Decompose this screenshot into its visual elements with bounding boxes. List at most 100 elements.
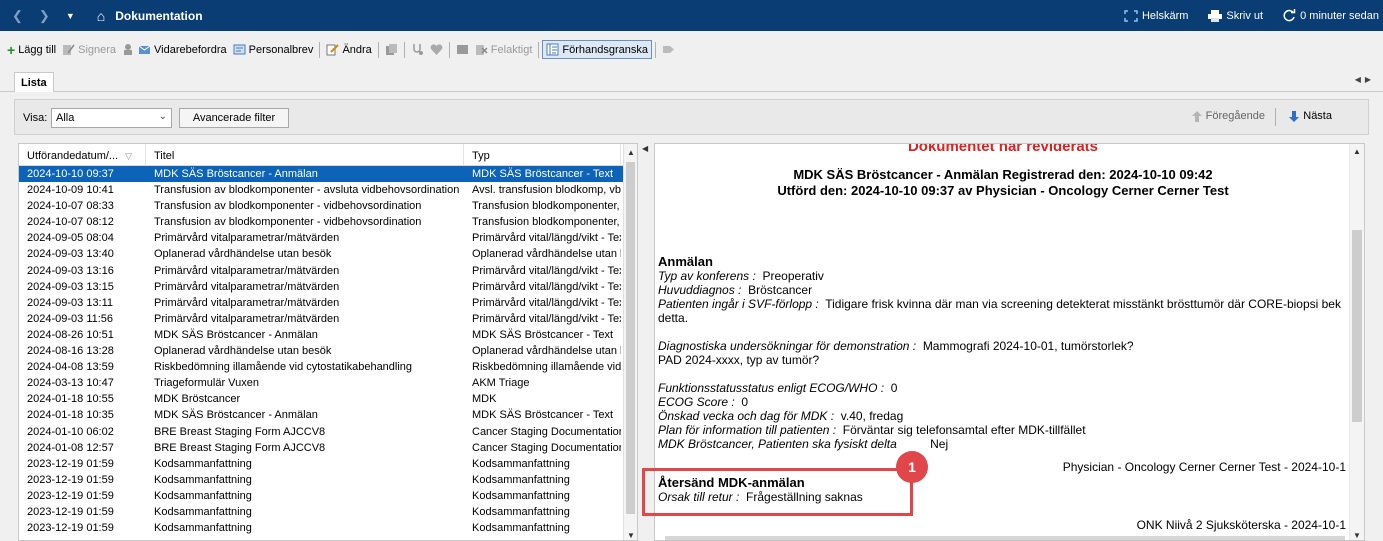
stethoscope-button[interactable] [408, 41, 427, 58]
cell-type: Avsl. transfusion blodkomp, vb [472, 184, 621, 197]
forward-icon[interactable]: ❯ [39, 8, 50, 24]
cell-type: Primärvård vital/längd/vikt - Tex [472, 232, 621, 245]
scroll-down-icon[interactable]: ▼ [1353, 531, 1361, 540]
toolbar: + Lägg till Signera Vidarebefordra Perso… [0, 31, 1383, 68]
list-header: Utförandedatum/... ▽ Titel Typ [19, 144, 637, 166]
table-row[interactable]: 2023-12-19 01:59 Kodsammanfattning Kodsamm… [19, 488, 637, 504]
table-row[interactable]: 2024-09-03 13:40 Oplanerad vårdhändelse u… [19, 246, 637, 262]
cell-type: AKM Triage [472, 377, 530, 390]
document-horizontal-scrollbar[interactable] [665, 536, 1345, 540]
documents-button[interactable] [382, 41, 401, 58]
field-diagnostic-exams: Diagnostiska undersökningar för demonstr… [658, 339, 1134, 353]
table-row[interactable]: 2024-01-10 06:02 BRE Breast Staging Form … [19, 424, 637, 440]
table-row[interactable]: 2024-09-03 13:11 Primärvård vitalparametr… [19, 295, 637, 311]
scroll-up-icon[interactable]: ▲ [1353, 147, 1361, 156]
table-row[interactable]: 2024-01-08 12:57 BRE Breast Staging Form … [19, 440, 637, 456]
collapse-pane-icon[interactable]: ◀ [642, 144, 652, 158]
cell-date: 2024-09-03 11:56 [27, 312, 114, 325]
column-header-date[interactable]: Utförandedatum/... ▽ [19, 144, 146, 165]
table-row[interactable]: 2024-09-03 13:16 Primärvård vitalparametr… [19, 263, 637, 279]
show-select[interactable]: Alla ⌄ [51, 108, 172, 128]
refresh-button[interactable]: 0 minuter sedan [1283, 9, 1379, 22]
cell-date: 2024-01-10 06:02 [27, 425, 114, 438]
table-row[interactable]: 2024-09-05 08:04 Primärvård vitalparametr… [19, 230, 637, 246]
heart-button[interactable] [427, 41, 446, 58]
fullscreen-button[interactable]: Helskärm [1124, 10, 1188, 22]
tag-button[interactable] [659, 41, 678, 58]
list-scrollbar[interactable]: ▲ ▼ [623, 144, 637, 540]
table-row[interactable]: 2023-12-19 01:59 Kodsammanfattning Kodsamm… [19, 472, 637, 488]
stethoscope-icon [413, 44, 423, 55]
person-icon [124, 44, 133, 55]
table-row[interactable]: 2023-12-19 01:59 Kodsammanfattning Kodsamm… [19, 504, 637, 520]
fullscreen-icon [1124, 9, 1138, 22]
print-button[interactable]: Skriv ut [1208, 9, 1263, 22]
table-row[interactable]: 2024-10-09 10:41 Transfusion av blodkompo… [19, 182, 637, 198]
dropdown-icon[interactable]: ▼ [66, 11, 75, 21]
cell-date: 2024-03-13 10:47 [27, 377, 114, 390]
table-row[interactable]: 2024-01-18 10:55 MDK Bröstcancer MDK [19, 391, 637, 407]
cell-type: Primärvård vital/längd/vikt - Tex [472, 312, 621, 325]
personal-letter-button[interactable]: Personalbrev [230, 41, 317, 58]
table-row[interactable]: 2024-10-10 09:37 MDK SÄS Bröstcancer - An… [19, 166, 637, 183]
toolbar-separator [448, 41, 450, 58]
incorrect-button[interactable]: Felaktigt [472, 41, 536, 58]
document-heading: MDK SÄS Bröstcancer - Anmälan Registrera… [793, 167, 1213, 182]
table-row[interactable]: 2024-08-26 10:51 MDK SÄS Bröstcancer - An… [19, 327, 637, 343]
cell-title: Primärvård vitalparametrar/mätvärden [154, 280, 340, 293]
table-row[interactable]: 2024-04-08 13:59 Riskbedömning illamående… [19, 359, 637, 375]
column-header-type[interactable]: Typ [464, 144, 621, 165]
home-icon[interactable]: ⌂ [97, 8, 105, 24]
cell-date: 2024-09-03 13:40 [27, 248, 114, 261]
forward-button[interactable]: Vidarebefordra [119, 41, 230, 58]
tab-list[interactable]: Lista [14, 72, 54, 92]
tab-scroll-arrows-icon[interactable]: ◀▶ [1355, 75, 1375, 84]
preview-button[interactable]: Förhandsgranska [542, 40, 652, 59]
cell-type: Primärvård vital/längd/vikt - Tex [472, 264, 621, 277]
document-scrollbar[interactable]: ▲ ▼ [1349, 144, 1364, 540]
add-button[interactable]: + Lägg till [4, 40, 59, 60]
next-button[interactable]: Nästa [1289, 110, 1332, 122]
table-row[interactable]: 2023-12-19 01:59 Kodsammanfattning Kodsamm… [19, 520, 637, 536]
cell-title: BRE Breast Staging Form AJCCV8 [154, 425, 326, 438]
toolbar-separator [654, 41, 656, 58]
field-diagnostic-exams-2: PAD 2024-xxxx, typ av tumör? [658, 353, 820, 367]
cell-date: 2023-12-19 01:59 [27, 457, 114, 470]
table-row[interactable]: 2024-01-18 10:35 MDK SÄS Bröstcancer - An… [19, 407, 637, 423]
document-scrollbar-thumb[interactable] [1352, 230, 1362, 422]
cell-type: Kodsammanfattning [472, 457, 570, 470]
table-row[interactable]: 2023-12-19 01:59 Kodsammanfattning Kodsamm… [19, 456, 637, 472]
column-header-title[interactable]: Titel [146, 144, 464, 165]
table-row[interactable]: 2024-10-07 08:33 Transfusion av blodkompo… [19, 198, 637, 214]
cell-date: 2023-12-19 01:59 [27, 522, 114, 535]
table-row[interactable]: 2024-10-07 08:12 Transfusion av blodkompo… [19, 214, 637, 230]
scroll-up-icon[interactable]: ▲ [627, 148, 635, 157]
list-scrollbar-thumb[interactable] [626, 162, 635, 514]
table-row[interactable]: 2024-03-13 10:47 Triageformulär Vuxen AKM … [19, 375, 637, 391]
table-row[interactable]: 2024-08-16 13:28 Oplanerad vårdhändelse u… [19, 343, 637, 359]
cell-date: 2024-08-26 10:51 [27, 328, 114, 341]
scroll-down-icon[interactable]: ▼ [627, 531, 635, 540]
field-attend: MDK Bröstcancer, Patienten ska fysiskt d… [658, 437, 949, 451]
cell-date: 2024-01-18 10:35 [27, 409, 114, 422]
grid-button[interactable] [453, 41, 472, 58]
documents-icon [385, 44, 397, 55]
table-row[interactable]: 2024-09-03 11:56 Primärvård vitalparametr… [19, 311, 637, 327]
previous-button[interactable]: Föregående [1191, 110, 1265, 122]
edit-button[interactable]: Ändra [323, 41, 374, 58]
toolbar-separator [319, 41, 321, 58]
cell-date: 2024-10-10 09:37 [27, 168, 114, 180]
section-title: Anmälan [658, 254, 713, 269]
back-icon[interactable]: ❮ [12, 8, 23, 24]
cell-title: Primärvård vitalparametrar/mätvärden [154, 296, 340, 309]
edit-icon [326, 44, 340, 56]
advanced-filter-button[interactable]: Avancerade filter [179, 108, 289, 128]
arrow-up-icon [1191, 110, 1202, 122]
cell-title: MDK Bröstcancer [154, 393, 241, 406]
refresh-icon [1283, 9, 1296, 22]
cell-title: Kodsammanfattning [154, 505, 252, 518]
table-row[interactable]: 2024-09-03 13:15 Primärvård vitalparametr… [19, 279, 637, 295]
cell-date: 2023-12-19 01:59 [27, 489, 114, 502]
sort-icon: ▽ [125, 151, 133, 161]
sign-button[interactable]: Signera [59, 41, 119, 58]
